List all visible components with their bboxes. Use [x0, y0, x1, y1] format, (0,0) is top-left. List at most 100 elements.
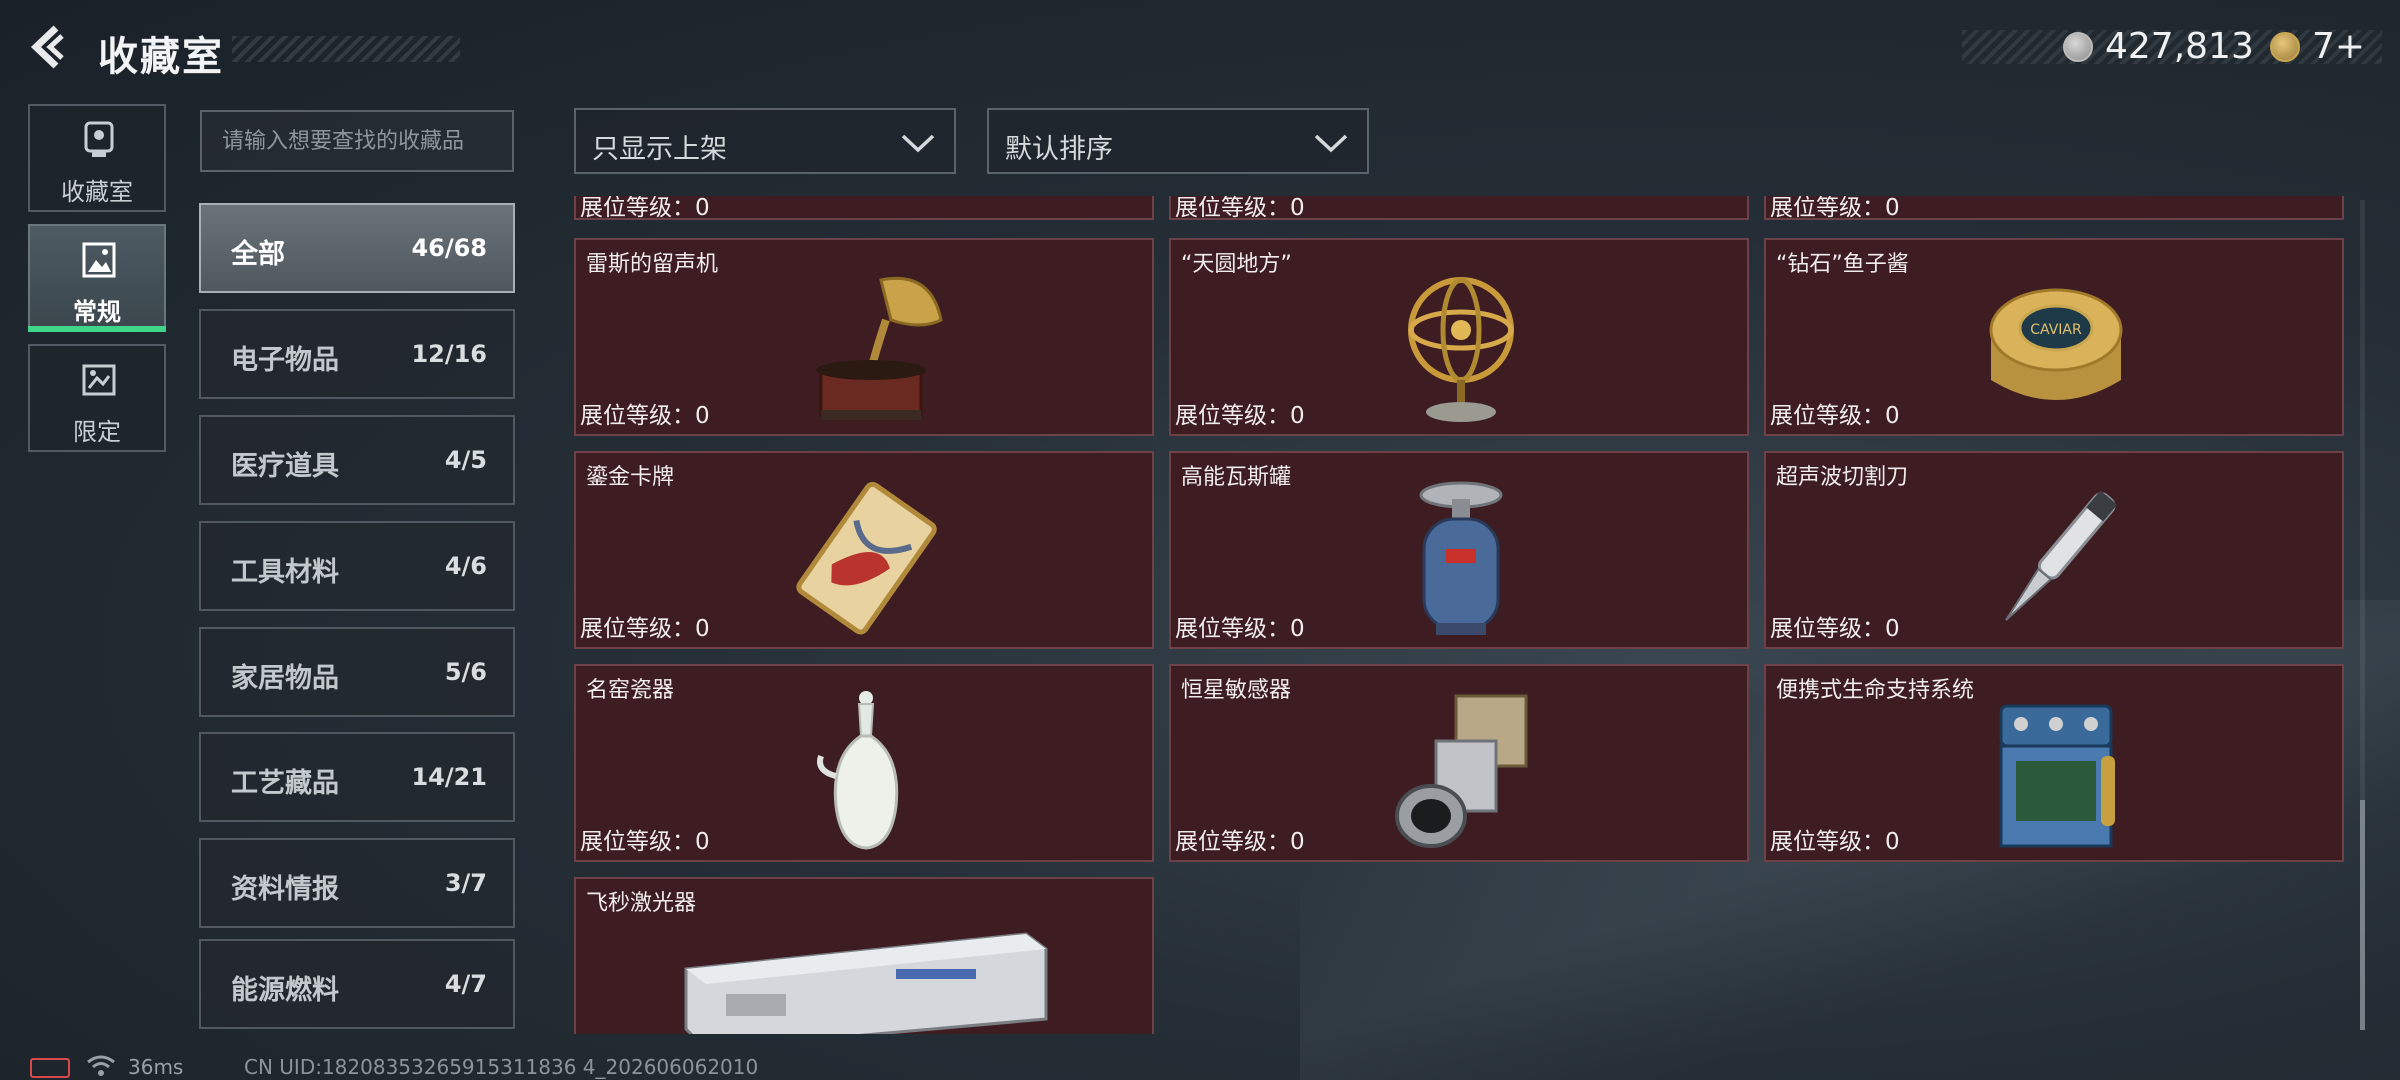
wifi-icon [87, 1055, 115, 1076]
back-arrow-icon [30, 25, 64, 69]
porcelain-vase-icon [817, 691, 899, 850]
category-count: 14/21 [411, 763, 487, 791]
item-name: 鎏金卡牌 [586, 465, 675, 490]
category-medical[interactable]: 医疗道具 4/5 [199, 415, 515, 505]
item-level-label: 展位等级： [580, 196, 695, 221]
category-household[interactable]: 家居物品 5/6 [199, 627, 515, 717]
category-crafts[interactable]: 工艺藏品 14/21 [199, 732, 515, 822]
nav-tab-regular[interactable]: 常规 [28, 224, 166, 332]
collection-card[interactable]: 展位等级：0 [1764, 196, 2344, 222]
item-level: 展位等级：0 [1770, 822, 1900, 856]
coin-balance: 427,813 [2105, 26, 2254, 67]
chevron-down-icon [901, 134, 935, 153]
item-level-value: 0 [1885, 403, 1900, 429]
category-intel[interactable]: 资料情报 3/7 [199, 838, 515, 928]
life-support-icon [1999, 704, 2115, 848]
item-level-value: 0 [1290, 403, 1305, 429]
item-level: 展位等级：0 [580, 609, 710, 643]
item-name: 超声波切割刀 [1776, 465, 1909, 490]
gas-canister-icon [1419, 481, 1503, 635]
coin-icon [2063, 32, 2093, 62]
title-decoration [232, 36, 460, 62]
item-level: 展位等级：0 [580, 396, 710, 430]
nav-tab-limited[interactable]: 限定 [28, 344, 166, 452]
grid-scrollbar[interactable] [2360, 200, 2365, 1030]
collection-card[interactable]: 高能瓦斯罐 展位等级：0 [1169, 451, 1749, 649]
item-level-value: 0 [1885, 196, 1900, 221]
category-label: 能源燃料 [231, 975, 339, 1006]
item-name: 名窑瓷器 [586, 678, 675, 703]
item-level: 展位等级：0 [580, 822, 710, 856]
nav-tab-label: 常规 [73, 298, 121, 326]
nav-tab-label: 限定 [73, 418, 121, 446]
collection-card[interactable]: 展位等级：0 [1169, 196, 1749, 222]
item-name: 雷斯的留声机 [586, 252, 719, 277]
collection-card[interactable]: “天圆地方” 展位等级：0 [1169, 238, 1749, 436]
back-button[interactable] [26, 22, 72, 72]
category-electronics[interactable]: 电子物品 12/16 [199, 309, 515, 399]
item-name: 便携式生命支持系统 [1776, 678, 1975, 703]
category-label: 医疗道具 [231, 451, 339, 482]
item-level: 展位等级：0 [1175, 609, 1305, 643]
item-level-label: 展位等级： [1175, 403, 1290, 429]
collection-card[interactable]: 超声波切割刀 展位等级：0 [1764, 451, 2344, 649]
gilded-card-icon [796, 481, 937, 635]
item-name: 恒星敏感器 [1181, 678, 1292, 703]
collection-grid[interactable]: 展位等级：0 展位等级：0 展位等级：0 雷斯的留声机 展位等级：0 “天圆地方… [574, 196, 2352, 1034]
item-level: 展位等级：0 [1770, 396, 1900, 430]
category-count: 46/68 [411, 234, 487, 262]
category-energy[interactable]: 能源燃料 4/7 [199, 939, 515, 1029]
item-level-label: 展位等级： [1770, 616, 1885, 642]
category-tools[interactable]: 工具材料 4/6 [199, 521, 515, 611]
collection-card[interactable]: 便携式生命支持系统 展位等级：0 [1764, 664, 2344, 862]
collection-card[interactable]: 飞秒激光器 [574, 877, 1154, 1034]
nav-tab-collection-room[interactable]: 收藏室 [28, 104, 166, 212]
item-level-label: 展位等级： [580, 829, 695, 855]
scroll-thumb[interactable] [2360, 800, 2365, 1030]
item-level-value: 0 [1885, 616, 1900, 642]
item-level-value: 0 [695, 616, 710, 642]
item-level: 展位等级：0 [1175, 822, 1305, 856]
user-uid: CN UID:18208353265915311836 4_2026060620… [244, 1055, 759, 1079]
search-input[interactable] [200, 110, 514, 172]
trophy-icon [84, 121, 114, 157]
category-count: 5/6 [444, 658, 487, 686]
collection-card[interactable]: “钻石”鱼子酱 CAVIAR 展位等级：0 [1764, 238, 2344, 436]
filter-show-label: 只显示上架 [592, 134, 727, 165]
item-level: 展位等级：0 [1175, 196, 1305, 222]
item-level: 展位等级：0 [1770, 196, 1900, 222]
category-all[interactable]: 全部 46/68 [199, 203, 515, 293]
item-level-value: 0 [695, 403, 710, 429]
category-label: 工艺藏品 [231, 768, 339, 799]
ping-value: 36ms [128, 1055, 184, 1079]
item-level-label: 展位等级： [1175, 196, 1290, 221]
collection-card[interactable]: 鎏金卡牌 展位等级：0 [574, 451, 1154, 649]
item-name: “天圆地方” [1181, 252, 1292, 277]
item-level-value: 0 [695, 196, 710, 221]
item-level: 展位等级：0 [1770, 609, 1900, 643]
item-name: “钻石”鱼子酱 [1776, 252, 1909, 277]
collection-card[interactable]: 名窑瓷器 展位等级：0 [574, 664, 1154, 862]
item-level-label: 展位等级： [1175, 616, 1290, 642]
item-name: 高能瓦斯罐 [1181, 465, 1292, 490]
armillary-sphere-icon [1408, 277, 1514, 422]
item-level: 展位等级：0 [580, 196, 710, 222]
item-level-value: 0 [1290, 616, 1305, 642]
filter-show-dropdown[interactable]: 只显示上架 [574, 108, 956, 174]
item-level-label: 展位等级： [1175, 829, 1290, 855]
item-level-label: 展位等级： [580, 616, 695, 642]
caviar-tin-icon: CAVIAR [1989, 288, 2123, 400]
collection-card[interactable]: 雷斯的留声机 展位等级：0 [574, 238, 1154, 436]
collection-card[interactable]: 展位等级：0 [574, 196, 1154, 222]
item-level-value: 0 [1885, 829, 1900, 855]
collection-card[interactable]: 恒星敏感器 展位等级：0 [1169, 664, 1749, 862]
sort-dropdown[interactable]: 默认排序 [987, 108, 1369, 174]
category-label: 资料情报 [231, 874, 339, 905]
category-count: 4/6 [444, 552, 487, 580]
category-count: 4/7 [444, 970, 487, 998]
category-label: 电子物品 [231, 345, 339, 376]
picture-icon [82, 242, 116, 278]
ultrasonic-knife-icon [2005, 490, 2118, 621]
category-count: 3/7 [444, 869, 487, 897]
sort-label: 默认排序 [1005, 134, 1113, 165]
